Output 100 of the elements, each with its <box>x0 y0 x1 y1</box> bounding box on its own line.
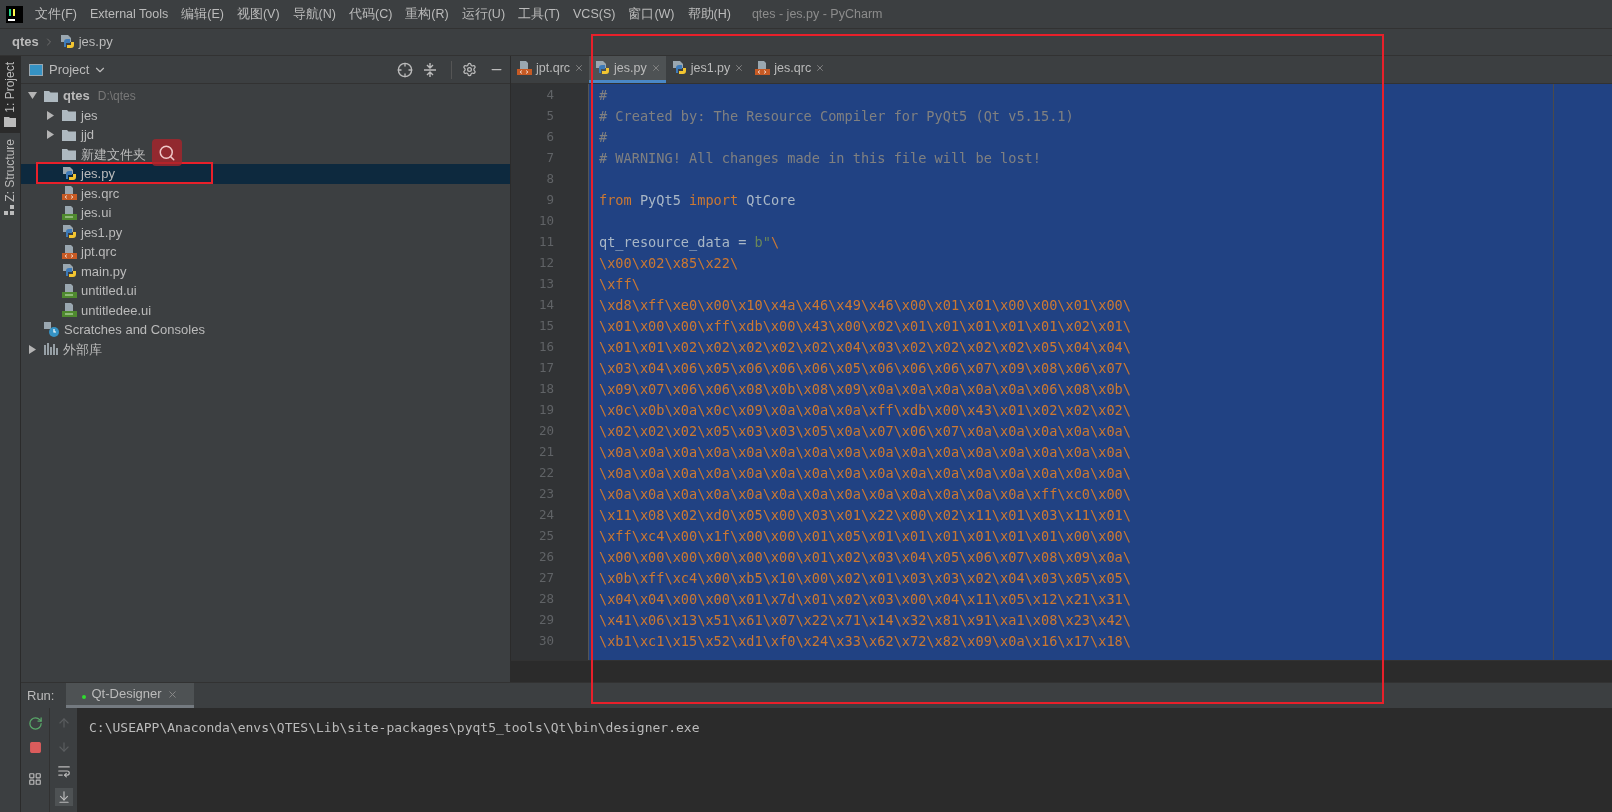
tree-item[interactable]: jes1.py <box>21 222 510 242</box>
tree-item-label: jes <box>81 106 98 125</box>
collapsed-arrow-icon[interactable] <box>45 110 55 120</box>
tree-item-path: D:\qtes <box>97 87 136 105</box>
code-line: \xff\xc4\x00\x1f\x00\x00\x01\x05\x01\x01\x01\x01\x01\x01\x00\x00\ <box>599 527 1131 547</box>
menu-item[interactable]: VCS(S) <box>573 4 616 24</box>
rerun-icon[interactable] <box>27 716 43 731</box>
tree-item-label: 外部库 <box>63 340 102 359</box>
code-line: from PyQt5 import QtCore <box>599 191 796 211</box>
code-line: \x09\x07\x06\x06\x08\x0b\x08\x09\x0a\x0a\x0a\x0a\x0a\x06\x08\x0b\ <box>599 380 1131 400</box>
menu-item[interactable]: 导航(N) <box>292 4 336 24</box>
code-line: \x00\x02\x85\x22\ <box>599 254 739 274</box>
menu-item[interactable]: 编辑(E) <box>181 4 224 24</box>
python-file-icon <box>61 165 77 182</box>
editor-tab[interactable]: jes1.py <box>665 56 750 83</box>
tree-item-label: Scratches and Consoles <box>64 321 205 339</box>
code-line: \x41\x06\x13\x51\x61\x07\x22\x71\x14\x32\x81\x91\xa1\x08\x23\x42\ <box>599 611 1131 631</box>
run-tab[interactable]: Qt-Designer <box>66 683 194 708</box>
code-line: \x11\x08\x02\xd0\x05\x00\x03\x01\x22\x00\x02\x11\x01\x03\x11\x01\ <box>599 506 1131 526</box>
code-line: \xff\ <box>599 275 640 295</box>
tree-item-label: jes1.py <box>81 223 123 242</box>
tree-item-label: jes.ui <box>81 204 112 222</box>
code-line: \x01\x00\x00\xff\xdb\x00\x43\x00\x02\x01\x01\x01\x01\x01\x02\x01\ <box>599 317 1131 337</box>
qt-file-icon <box>61 302 77 319</box>
menu-item[interactable]: 运行(U) <box>461 4 506 24</box>
tree-item-label: jpt.qrc <box>81 243 117 261</box>
tree-item-label: main.py <box>81 262 127 281</box>
tree-item[interactable]: 新建文件夹 <box>21 144 510 164</box>
tree-item[interactable]: jes.py <box>21 164 510 184</box>
resource-file-icon <box>61 185 77 202</box>
editor-tab[interactable]: jes.qrc <box>749 56 831 83</box>
horizontal-scrollbar[interactable] <box>511 660 1612 682</box>
code-line: \x02\x02\x02\x05\x03\x03\x05\x0a\x07\x06\x07\x0a\x0a\x0a\x0a\x0a\ <box>599 422 1131 442</box>
code-line: \x0a\x0a\x0a\x0a\x0a\x0a\x0a\x0a\x0a\x0a\x0a\x0a\x0a\x0a\x0a\x0a\ <box>599 443 1131 463</box>
tree-item[interactable]: jjd <box>21 125 510 145</box>
tree-item-label: jes.py <box>81 165 115 183</box>
collapsed-arrow-icon[interactable] <box>45 130 55 140</box>
tree-item[interactable]: jes.ui <box>21 203 510 223</box>
tree-item[interactable]: jpt.qrc <box>21 242 510 262</box>
code-line: # <box>599 128 608 148</box>
scroll-to-end-icon[interactable] <box>54 788 73 806</box>
tree-item[interactable]: Scratches and Consoles <box>21 320 510 340</box>
code-line: \x0c\x0b\x0a\x0c\x09\x0a\x0a\x0a\xff\xdb\x00\x43\x01\x02\x02\x02\ <box>599 401 1131 421</box>
code-line: # <box>599 86 608 106</box>
search-icon <box>158 143 176 162</box>
tool-window-tab[interactable]: Z: Structure <box>0 132 20 222</box>
menu-item[interactable]: 窗口(W) <box>628 4 675 24</box>
tree-item[interactable]: 外部库 <box>21 339 510 359</box>
tree-item-label: jes.qrc <box>81 184 120 203</box>
tree-item[interactable]: main.py <box>21 261 510 281</box>
panel-icon <box>29 63 43 76</box>
editor-tab[interactable]: jes.py <box>589 56 666 83</box>
breadcrumb-item[interactable]: qtes <box>12 32 39 52</box>
python-file-icon <box>61 224 77 241</box>
panel-title[interactable]: Project <box>49 59 90 80</box>
editor-tab[interactable]: jpt.qrc <box>511 56 590 83</box>
qt-file-icon <box>61 282 77 299</box>
tree-item[interactable]: untitled.ui <box>21 281 510 301</box>
tree-item[interactable]: untitledee.ui <box>21 300 510 320</box>
tree-item[interactable]: qtes D:\qtes <box>21 86 510 106</box>
menu-item[interactable]: External Tools <box>89 4 169 24</box>
tree-item-label: untitled.ui <box>81 282 137 300</box>
library-icon <box>43 342 59 357</box>
code-line: \x03\x04\x06\x05\x06\x06\x06\x05\x06\x06\x06\x07\x09\x08\x06\x07\ <box>599 359 1131 379</box>
menu-item[interactable]: 帮助(H) <box>687 4 731 24</box>
menu-item[interactable]: 工具(T) <box>518 4 560 24</box>
code-line: \x0a\x0a\x0a\x0a\x0a\x0a\x0a\x0a\x0a\x0a\x0a\x0a\x0a\xff\xc0\x00\ <box>599 485 1131 505</box>
window-title: qtes - jes.py - PyCharm <box>751 5 883 23</box>
folder-icon <box>61 127 77 142</box>
close-icon[interactable] <box>815 63 826 73</box>
expanded-arrow-icon[interactable] <box>27 91 37 101</box>
menu-item[interactable]: 代码(C) <box>348 4 393 24</box>
stop-icon[interactable] <box>28 741 42 754</box>
folder-icon <box>43 88 59 103</box>
menu-item[interactable]: 视图(V) <box>236 4 280 24</box>
menu-item[interactable]: 重构(R) <box>405 4 449 24</box>
code-line: \x00\x00\x00\x00\x00\x00\x01\x02\x03\x04\x05\x06\x07\x08\x09\x0a\ <box>599 548 1131 568</box>
tree-item[interactable]: jes <box>21 105 510 125</box>
soft-wrap-icon[interactable] <box>56 764 71 778</box>
collapsed-arrow-icon[interactable] <box>27 344 37 354</box>
tool-window-tab[interactable]: 1: Project <box>0 56 20 133</box>
collapse-all-icon[interactable] <box>423 62 437 77</box>
settings-icon[interactable] <box>462 62 477 77</box>
tree-item-label: 新建文件夹 <box>81 145 146 164</box>
layout-icon[interactable] <box>28 772 42 786</box>
structure-icon <box>4 205 16 216</box>
code-line: qt_resource_data = b"\ <box>599 233 780 253</box>
locate-icon[interactable] <box>397 61 413 78</box>
python-file-icon <box>594 60 611 76</box>
code-line: # Created by: The Resource Compiler for PyQt5 (Qt v5.15.1) <box>599 107 1074 127</box>
python-file-icon <box>58 34 75 50</box>
code-line: \x0b\xff\xc4\x00\xb5\x10\x00\x02\x01\x03\x03\x02\x04\x03\x05\x05\ <box>599 569 1131 589</box>
search-badge[interactable] <box>152 139 182 166</box>
running-indicator-icon <box>82 695 87 699</box>
close-icon[interactable] <box>734 63 745 73</box>
run-label: Run: <box>27 686 55 705</box>
menu-item[interactable]: 文件(F) <box>35 4 77 24</box>
tree-item[interactable]: jes.qrc <box>21 183 510 203</box>
close-icon[interactable] <box>574 63 585 73</box>
breadcrumb-item[interactable]: jes.py <box>58 32 113 52</box>
